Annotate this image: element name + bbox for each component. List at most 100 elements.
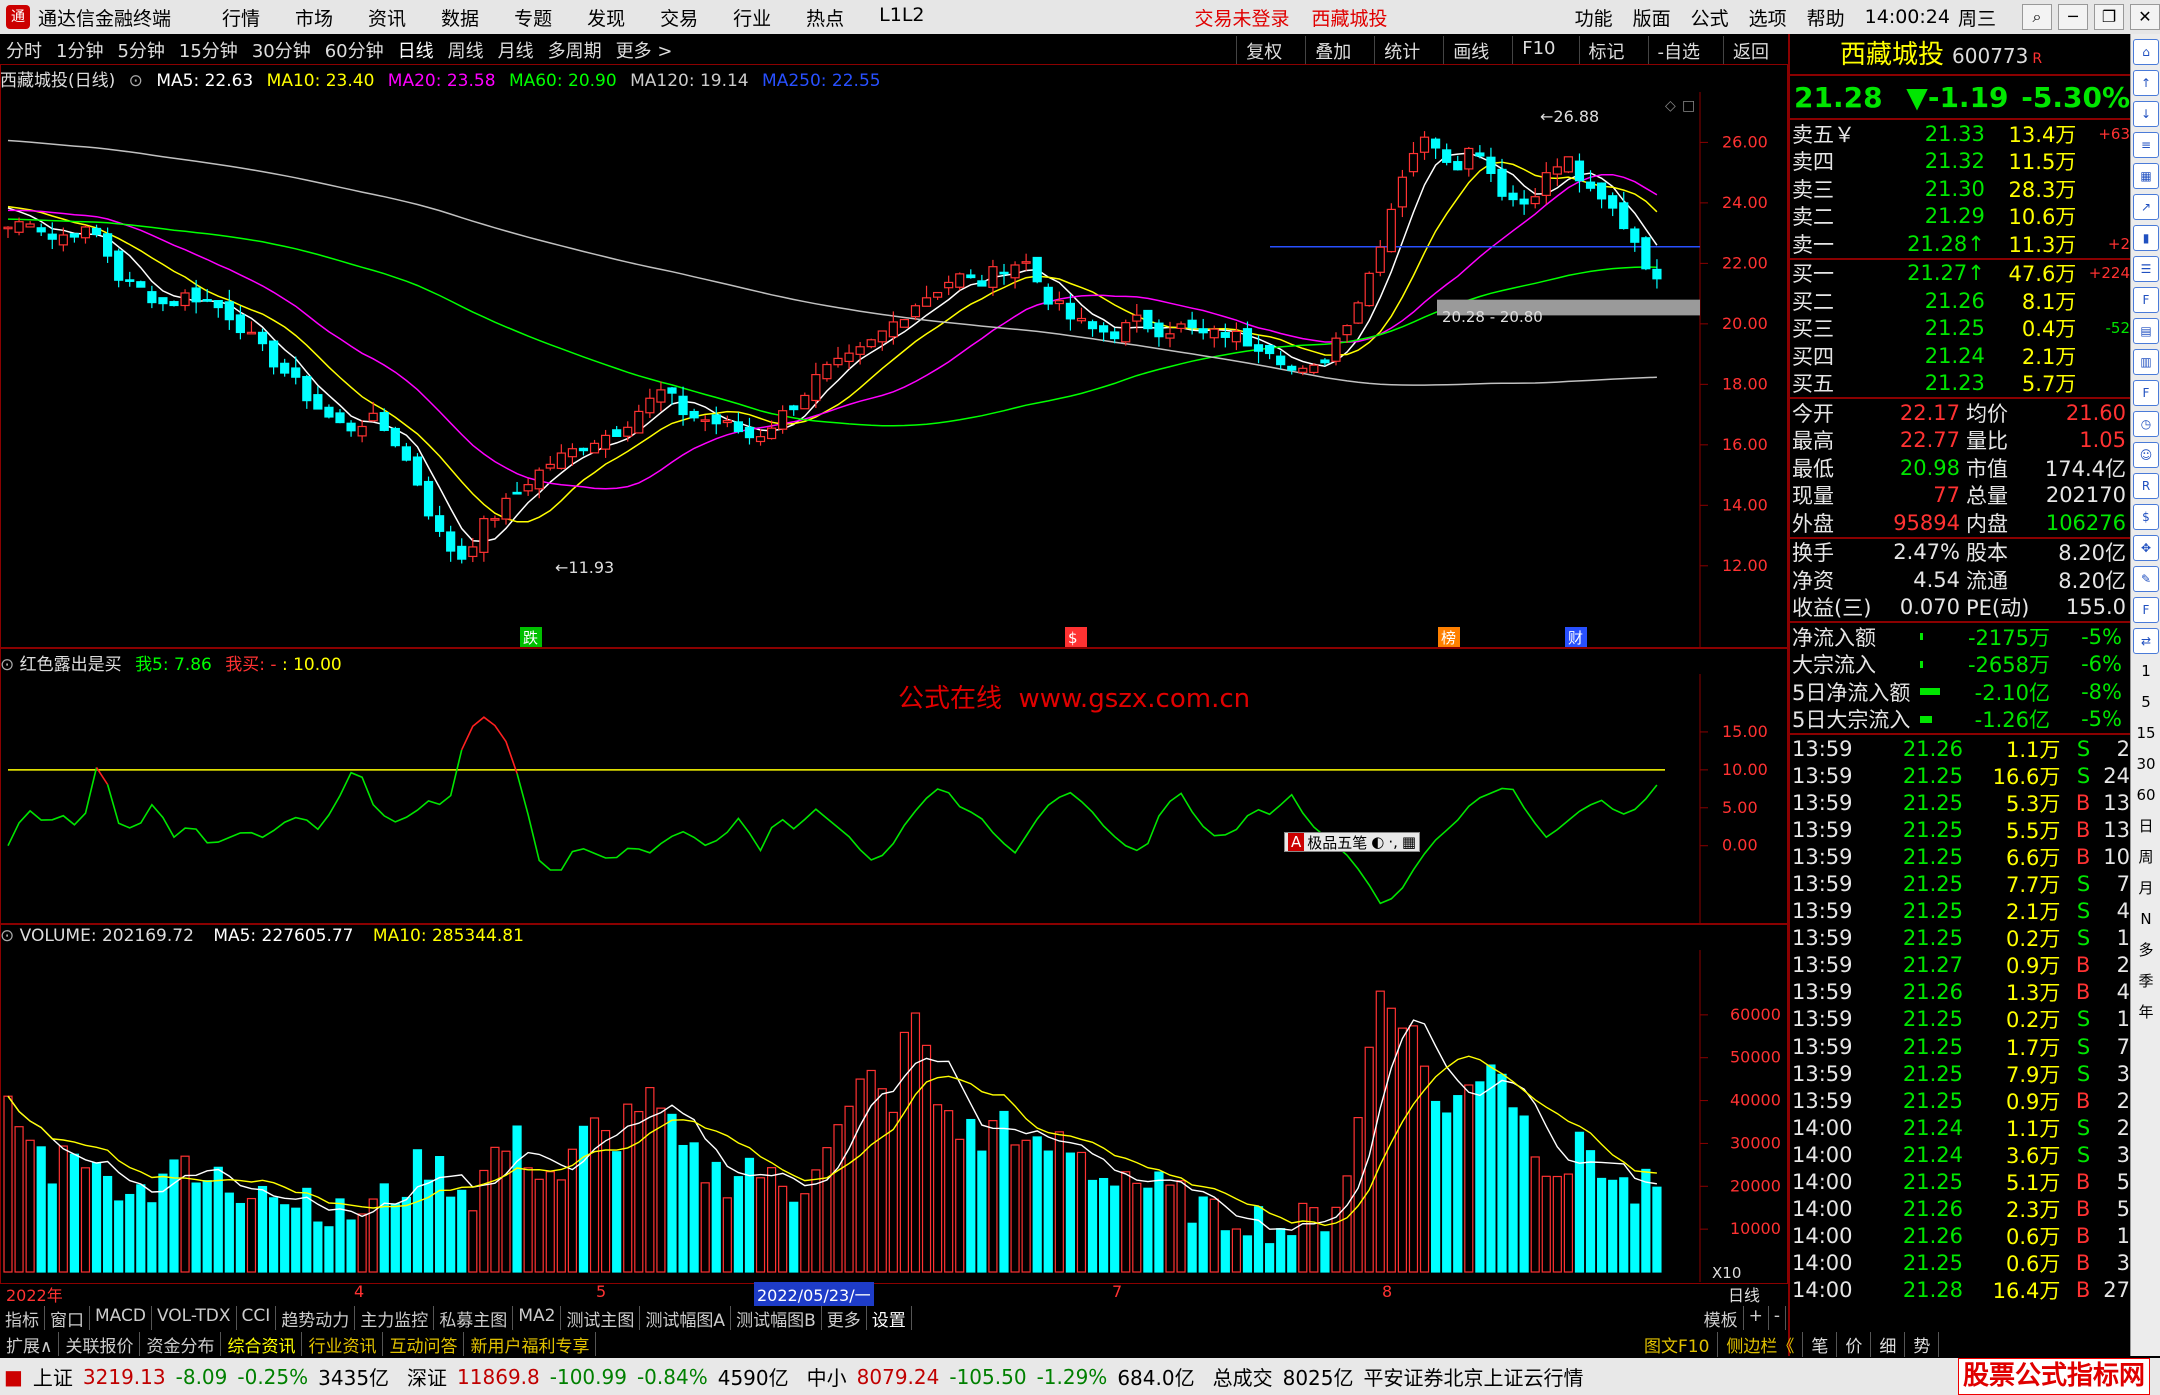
sidebar-period-2[interactable]: 15 — [2133, 721, 2159, 747]
up-icon[interactable]: ↑ — [2133, 70, 2159, 96]
menu-item-3[interactable]: 数据 — [441, 4, 479, 31]
news-icon[interactable]: ☰ — [2133, 256, 2159, 282]
sidebar-period-7[interactable]: 月 — [2133, 876, 2159, 902]
grid-icon[interactable]: ▦ — [2133, 163, 2159, 189]
chart-tool-7[interactable]: 返回 — [1723, 36, 1778, 64]
smile-icon[interactable]: ☺ — [2133, 442, 2159, 468]
period-2[interactable]: 5分钟 — [117, 37, 164, 63]
sz-label[interactable]: 深证 — [407, 1362, 447, 1391]
ext-2[interactable]: 资金分布 — [140, 1332, 222, 1357]
right-menu-item-4[interactable]: 帮助 — [1807, 4, 1845, 31]
ext-1[interactable]: 关联报价 — [59, 1332, 141, 1357]
close-icon[interactable]: ✕ — [2130, 4, 2160, 30]
chart-tool-3[interactable]: 画线 — [1443, 36, 1498, 64]
sidebar-period-0[interactable]: 1 — [2133, 659, 2159, 685]
menu-item-9[interactable]: L1L2 — [879, 4, 924, 31]
asks-row-2[interactable]: 卖三 21.30 28.3万 — [1790, 175, 2130, 203]
event-marker-mark2[interactable]: $ — [1068, 629, 1078, 647]
chart-icon[interactable]: ↗ — [2133, 194, 2159, 220]
menu-item-5[interactable]: 发现 — [587, 4, 625, 31]
volume-chart[interactable]: 60000 50000 40000 30000 20000 10000 X10 — [0, 950, 1788, 1282]
ext-3[interactable]: 综合资讯 — [221, 1332, 303, 1357]
sidebar-period-6[interactable]: 周 — [2133, 845, 2159, 871]
menu-item-1[interactable]: 市场 — [295, 4, 333, 31]
menu-item-2[interactable]: 资讯 — [368, 4, 406, 31]
sidebar-period-11[interactable]: 年 — [2133, 1000, 2159, 1026]
candlestick-chart[interactable]: 26.00 24.00 22.00 20.00 18.00 16.00 14.00 12.00… — [0, 92, 1788, 648]
current-stock-label[interactable]: 西藏城投 — [1312, 4, 1388, 31]
diamond-icon[interactable]: ◇ — [1665, 98, 1676, 114]
menu-item-6[interactable]: 交易 — [660, 4, 698, 31]
period-9[interactable]: 多周期 — [548, 37, 602, 63]
bids-row-1[interactable]: 买二 21.26 8.1万 — [1790, 287, 2130, 315]
pen-icon[interactable]: ✎ — [2133, 566, 2159, 592]
menu-item-8[interactable]: 热点 — [806, 4, 844, 31]
down-icon[interactable]: ↓ — [2133, 101, 2159, 127]
search-icon[interactable]: ⌕ — [2022, 4, 2052, 30]
sidebar-period-8[interactable]: N — [2133, 907, 2159, 933]
asks-row-1[interactable]: 卖四 21.32 11.5万 — [1790, 148, 2130, 176]
candle-icon[interactable]: ▮ — [2133, 225, 2159, 251]
tab-8[interactable]: MA2 — [513, 1306, 562, 1330]
menu-item-4[interactable]: 专题 — [514, 4, 552, 31]
ext-6[interactable]: 新用户福利专享 — [464, 1332, 597, 1357]
event-marker-mark1[interactable]: 跌 — [523, 629, 538, 647]
right-menu-item-0[interactable]: 功能 — [1575, 4, 1613, 31]
right-menu-item-3[interactable]: 选项 — [1749, 4, 1787, 31]
tab-right-0[interactable]: 模板 — [1699, 1306, 1744, 1331]
tab-4[interactable]: CCI — [237, 1306, 277, 1330]
indicator-chart[interactable]: 15.00 10.00 5.00 0.00 — [0, 674, 1788, 924]
chart-tool-2[interactable]: 统计 — [1374, 36, 1429, 64]
tab-right-1[interactable]: + — [1744, 1306, 1769, 1330]
ext-0[interactable]: 扩展∧ — [0, 1332, 60, 1357]
tab-9[interactable]: 测试主图 — [561, 1306, 641, 1331]
tab-12[interactable]: 更多 — [822, 1306, 867, 1331]
fs-icon[interactable]: F — [2133, 597, 2159, 623]
bids-row-0[interactable]: 买一 21.27↑ 47.6万 +224 — [1790, 260, 2130, 288]
tab-1[interactable]: 窗口 — [45, 1306, 90, 1331]
ext-right-4[interactable]: 细 — [1871, 1332, 1906, 1357]
period-4[interactable]: 30分钟 — [252, 37, 311, 63]
chart-tool-5[interactable]: 标记 — [1578, 36, 1634, 64]
event-marker-mark3[interactable]: 榜 — [1441, 629, 1456, 647]
clock-icon[interactable]: ◷ — [2133, 411, 2159, 437]
ext-right-2[interactable]: 笔 — [1803, 1332, 1838, 1357]
right-menu-item-2[interactable]: 公式 — [1691, 4, 1729, 31]
chart-tool-6[interactable]: -自选 — [1647, 36, 1710, 64]
sidebar-period-4[interactable]: 60 — [2133, 783, 2159, 809]
tab-11[interactable]: 测试幅图B — [731, 1306, 822, 1331]
f10-icon[interactable]: F — [2133, 287, 2159, 313]
table-icon[interactable]: ▤ — [2133, 318, 2159, 344]
tab-5[interactable]: 趋势动力 — [276, 1306, 356, 1331]
menu-item-7[interactable]: 行业 — [733, 4, 771, 31]
asks-row-3[interactable]: 卖二 21.29 10.6万 — [1790, 203, 2130, 231]
chart-tool-4[interactable]: F10 — [1512, 36, 1564, 64]
sidebar-period-10[interactable]: 季 — [2133, 969, 2159, 995]
ext-5[interactable]: 互动问答 — [383, 1332, 465, 1357]
tab-2[interactable]: MACD — [90, 1306, 152, 1330]
login-status[interactable]: 交易未登录 — [1195, 4, 1290, 31]
list-icon[interactable]: ≡ — [2133, 132, 2159, 158]
period-0[interactable]: 分时 — [6, 37, 42, 63]
period-10[interactable]: 更多 > — [616, 37, 673, 63]
tab-3[interactable]: VOL-TDX — [152, 1306, 237, 1330]
bids-row-2[interactable]: 买三 21.25 0.4万 -52 — [1790, 315, 2130, 343]
ext-right-0[interactable]: 图文F10 — [1636, 1332, 1719, 1357]
period-3[interactable]: 15分钟 — [179, 37, 238, 63]
ime-toolbar[interactable]: A 极品五笔 ◐ ·, ▦ — [1284, 832, 1421, 852]
period-5[interactable]: 60分钟 — [325, 37, 384, 63]
ime-moon-icon[interactable]: ◐ — [1371, 833, 1384, 851]
chart-tool-1[interactable]: 叠加 — [1305, 36, 1360, 64]
dollar-icon[interactable]: $ — [2133, 504, 2159, 530]
tab-right-2[interactable]: - — [1769, 1306, 1786, 1330]
ext-right-5[interactable]: 势 — [1905, 1332, 1940, 1357]
exchange-icon[interactable]: ⇄ — [2133, 628, 2159, 654]
sidebar-period-5[interactable]: 日 — [2133, 814, 2159, 840]
ext-right-3[interactable]: 价 — [1837, 1332, 1872, 1357]
tab-0[interactable]: 指标 — [0, 1306, 45, 1331]
chart-tool-0[interactable]: 复权 — [1236, 36, 1291, 64]
rsi-icon[interactable]: R — [2133, 473, 2159, 499]
right-menu-item-1[interactable]: 版面 — [1633, 4, 1671, 31]
bids-row-4[interactable]: 买五 21.23 5.7万 — [1790, 370, 2130, 398]
home-icon[interactable]: ⌂ — [2133, 39, 2159, 65]
